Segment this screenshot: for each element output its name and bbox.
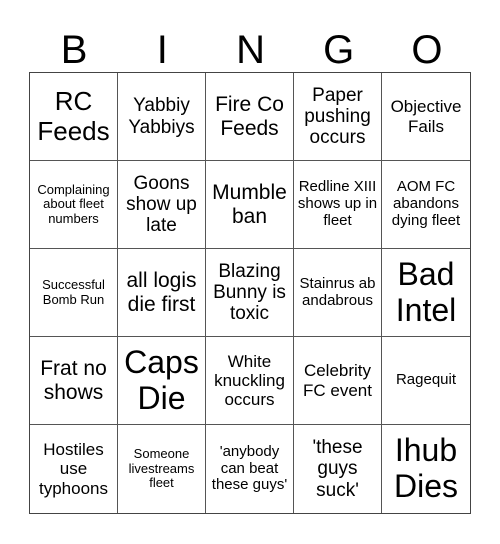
bingo-cell[interactable]: Paper pushing occurs — [294, 73, 382, 161]
bingo-cell[interactable]: 'these guys suck' — [294, 425, 382, 513]
bingo-cell[interactable]: Someone livestreams fleet — [118, 425, 206, 513]
bingo-cell[interactable]: Objective Fails — [382, 73, 470, 161]
bingo-cell[interactable]: Hostiles use typhoons — [30, 425, 118, 513]
header-letter-b: B — [60, 28, 88, 72]
bingo-cell[interactable]: all logis die first — [118, 249, 206, 337]
bingo-cell[interactable]: AOM FC abandons dying fleet — [382, 161, 470, 249]
bingo-cell[interactable]: RC Feeds — [30, 73, 118, 161]
bingo-cell[interactable]: Bad Intel — [382, 249, 470, 337]
header-letter-o: O — [411, 28, 443, 72]
bingo-card-grid: RC Feeds Yabbiy Yabbiys Fire Co Feeds Pa… — [29, 72, 471, 514]
bingo-cell[interactable]: Ihub Dies — [382, 425, 470, 513]
bingo-cell[interactable]: Frat no shows — [30, 337, 118, 425]
header-letter-g: G — [323, 28, 355, 72]
bingo-cell[interactable]: Goons show up late — [118, 161, 206, 249]
bingo-cell[interactable]: Yabbiy Yabbiys — [118, 73, 206, 161]
bingo-cell[interactable]: Fire Co Feeds — [206, 73, 294, 161]
bingo-cell[interactable]: Stainrus abandabrous — [294, 249, 382, 337]
header-letter-n: N — [236, 28, 265, 72]
bingo-cell[interactable]: Ragequit — [382, 337, 470, 425]
bingo-cell[interactable]: 'anybody can beat these guys' — [206, 425, 294, 513]
header-letter-i: I — [156, 28, 168, 72]
bingo-cell[interactable]: Redline XIII shows up in fleet — [294, 161, 382, 249]
bingo-cell[interactable]: Complaining about fleet numbers — [30, 161, 118, 249]
bingo-cell[interactable]: Successful Bomb Run — [30, 249, 118, 337]
bingo-cell[interactable]: Mumble ban — [206, 161, 294, 249]
bingo-cell[interactable]: Caps Die — [118, 337, 206, 425]
bingo-cell[interactable]: White knuckling occurs — [206, 337, 294, 425]
bingo-cell[interactable]: Blazing Bunny is toxic — [206, 249, 294, 337]
bingo-header: B I N G O — [30, 28, 471, 72]
bingo-cell[interactable]: Celebrity FC event — [294, 337, 382, 425]
